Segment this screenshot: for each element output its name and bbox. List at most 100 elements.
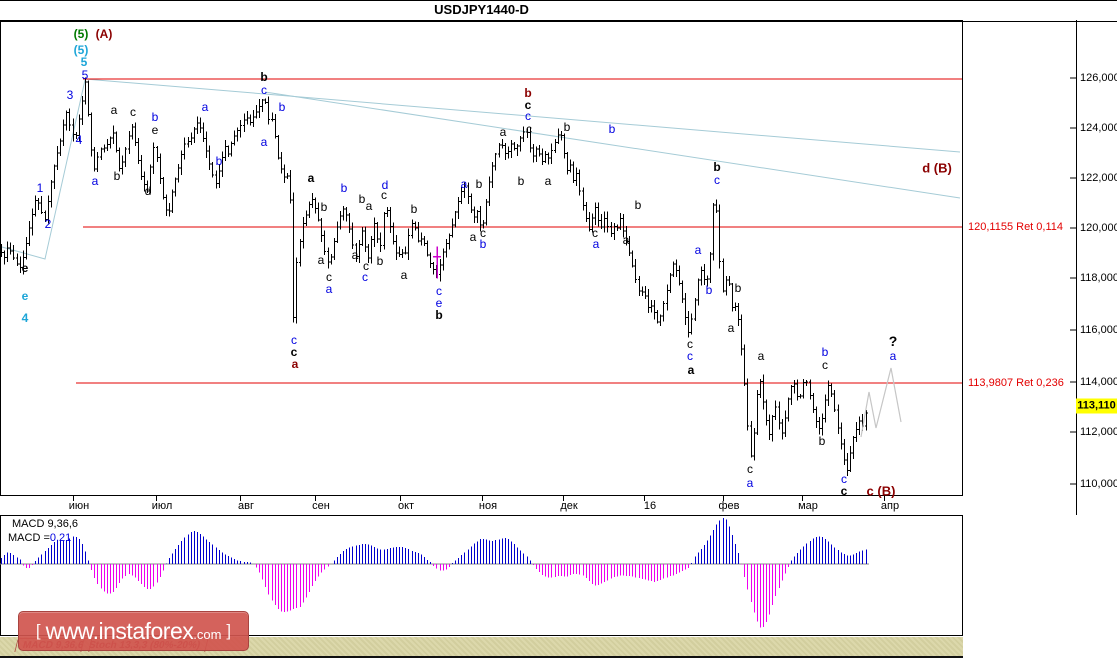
wave-label: a	[307, 171, 315, 185]
wave-label: b	[734, 281, 742, 295]
time-axis-label: мар	[798, 500, 818, 512]
time-axis-label: фев	[718, 500, 740, 512]
wave-label: c	[261, 83, 267, 97]
wave-label: b	[608, 122, 616, 136]
level-label: 113,9807 Ret 0,236	[968, 377, 1064, 389]
time-axis-label: авг	[238, 500, 254, 512]
wave-label: a	[325, 282, 333, 296]
chart-title: USDJPY1440-D	[434, 2, 529, 17]
wave-label: b	[215, 154, 223, 168]
wave-label: a	[746, 476, 754, 490]
time-axis-label: окт	[397, 500, 415, 512]
wave-label: a	[400, 268, 408, 282]
wave-label: b	[524, 86, 532, 100]
wave-label: a	[544, 174, 552, 188]
price-axis-label: 122,000	[1080, 172, 1117, 184]
wave-label: b	[320, 200, 328, 214]
wave-label: c	[362, 270, 368, 284]
wave-label: a	[291, 357, 299, 371]
wave-label: (5)	[73, 27, 89, 41]
wave-label: a	[460, 177, 468, 191]
wave-label: a	[622, 233, 630, 247]
wave-label: c	[714, 173, 720, 187]
wave-label: a	[351, 248, 359, 262]
wave-label: a	[592, 237, 600, 251]
time-axis-label: июл	[151, 500, 173, 512]
wave-label: ?	[888, 333, 898, 349]
macd-value-line: MACD =0,21	[8, 532, 71, 544]
macd-indicator-name: MACD 9,36,6	[12, 518, 79, 530]
wave-label: c	[130, 105, 136, 119]
wave-label: 5	[80, 55, 88, 69]
title-bar: USDJPY1440-D	[0, 0, 1117, 22]
wave-label: b	[479, 237, 487, 251]
macd-value: 0,21	[49, 532, 72, 544]
chart-window: USDJPY1440-D (5) (A) (5) 5 5 3 4 1 2 e e 4 a c b e a b d a b…	[0, 0, 1117, 663]
wave-label: b	[260, 70, 268, 84]
logo-bracket-left: [	[35, 621, 41, 640]
wave-label: a	[757, 349, 765, 363]
price-axis-label: 120,000	[1080, 222, 1117, 234]
time-axis-label: июн	[68, 500, 90, 512]
current-price-tag: 113,110	[1076, 398, 1117, 414]
wave-label: a	[365, 199, 373, 213]
wave-label: a	[469, 230, 477, 244]
wave-label: a	[687, 363, 695, 377]
wave-label: b	[113, 169, 121, 183]
wave-label: b	[563, 120, 571, 134]
wave-label: 5	[81, 68, 89, 82]
wave-label: a	[694, 243, 702, 257]
wave-label: 1	[36, 181, 44, 195]
wave-label: c (B)	[866, 483, 896, 499]
wave-label: b	[151, 110, 159, 124]
wave-label: b	[358, 192, 366, 206]
wave-label: b	[376, 254, 384, 268]
wave-label: b	[435, 308, 443, 322]
wave-label: a	[91, 174, 99, 188]
macd-value-label: MACD =	[8, 532, 50, 544]
logo-text: www.instaforex	[45, 617, 194, 644]
wave-label: b	[340, 181, 348, 195]
time-axis-label: 16	[643, 500, 657, 512]
logo-suffix: .com	[193, 626, 222, 642]
wave-label: c	[526, 122, 532, 136]
time-axis-label: апр	[880, 500, 900, 512]
wave-label: c	[687, 349, 693, 363]
wave-label: e	[21, 289, 29, 303]
wave-label: a	[317, 253, 325, 267]
chart-canvas[interactable]	[0, 0, 1117, 663]
wave-label: b	[634, 198, 642, 212]
wave-label: a	[260, 135, 268, 149]
wave-label: d	[144, 184, 152, 198]
wave-label: a	[499, 125, 507, 139]
price-axis-label: 114,000	[1080, 376, 1117, 388]
price-axis-label: 126,000	[1080, 72, 1117, 84]
price-axis-label: 112,000	[1080, 426, 1117, 438]
wave-label: c	[822, 358, 828, 372]
wave-label: b	[278, 100, 286, 114]
wave-label: d (B)	[922, 160, 952, 176]
wave-label: b	[713, 160, 721, 174]
wave-label: b	[517, 174, 525, 188]
wave-label: b	[475, 177, 483, 191]
wave-label: 4	[21, 311, 29, 325]
price-axis-label: 118,000	[1080, 272, 1117, 284]
wave-label: c	[381, 188, 387, 202]
time-axis-label: дек	[560, 500, 578, 512]
wave-label: (A)	[95, 27, 113, 41]
wave-label: 4	[75, 133, 83, 147]
wave-label: a	[727, 321, 735, 335]
wave-label: b	[821, 345, 829, 359]
wave-label: c	[747, 462, 753, 476]
wave-label: e	[21, 261, 29, 275]
wave-label: a	[889, 349, 897, 363]
logo-bracket-right: ]	[226, 621, 232, 640]
wave-label: b	[705, 283, 713, 297]
wave-label: 3	[66, 88, 74, 102]
instaforex-logo[interactable]: [www.instaforex .com]	[18, 611, 249, 651]
wave-label: c	[840, 484, 848, 498]
time-axis-label: сен	[312, 500, 330, 512]
wave-label: b	[818, 434, 826, 448]
level-label: 120,1155 Ret 0,114	[968, 221, 1064, 233]
wave-label: a	[201, 100, 209, 114]
